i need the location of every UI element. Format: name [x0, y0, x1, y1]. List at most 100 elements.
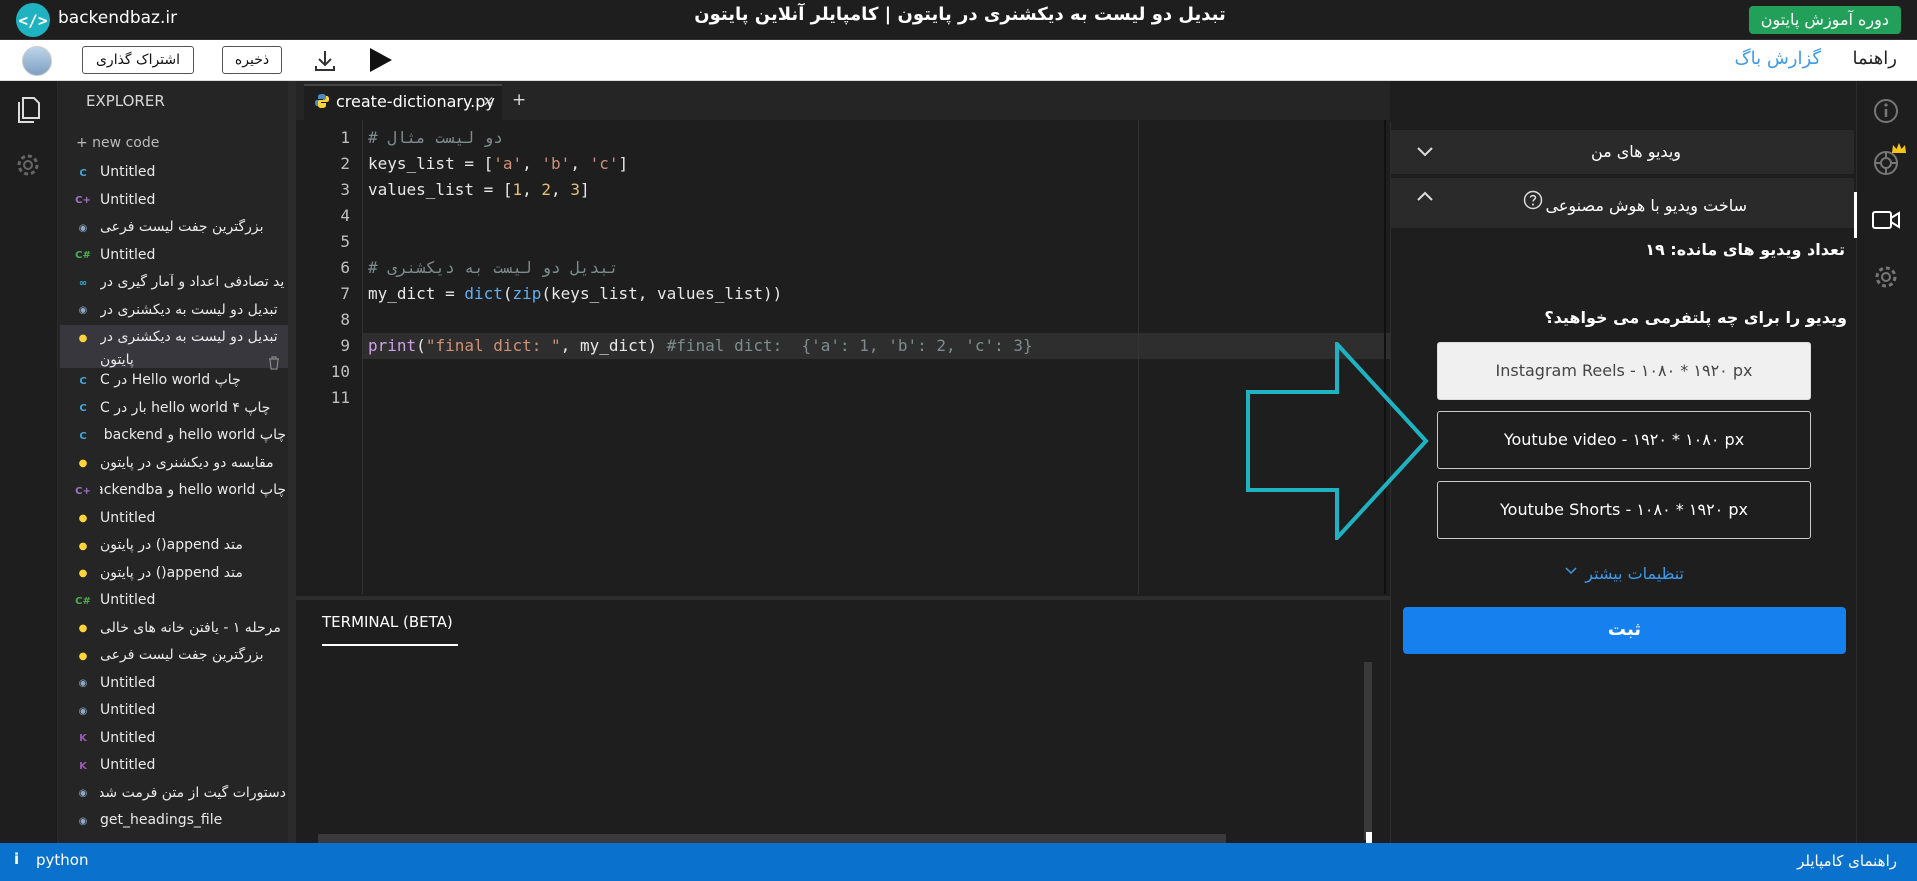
terminal-vertical-scrollbar[interactable]	[1364, 662, 1372, 840]
tab-filename[interactable]: create-dictionary.py	[336, 92, 495, 111]
make-video-label[interactable]: ساخت ویدیو با هوش مصنوعی	[1545, 196, 1747, 215]
tab-close-button[interactable]: ×	[482, 92, 495, 110]
file-item[interactable]: ● مرحله ۱ - یافتن خانه های خالی	[60, 616, 288, 643]
code-number: 2	[541, 180, 552, 199]
file-item[interactable]: ∞ ید تصادفی اعداد و آمار گیری در	[60, 270, 288, 297]
generic-icon: ◉	[78, 815, 88, 827]
file-item[interactable]: ● Untitled	[60, 506, 288, 533]
python-icon: ●	[78, 458, 88, 469]
file-item[interactable]: ◉ Untitled	[60, 671, 288, 698]
settings-gear-icon[interactable]	[13, 150, 43, 180]
file-item-label: Untitled	[100, 674, 156, 691]
left-activity-bar	[0, 81, 58, 843]
run-icon[interactable]	[366, 46, 394, 74]
file-item-label: چاپ hello world و backendba	[100, 482, 286, 498]
file-item-label: Untitled	[100, 757, 156, 773]
avatar[interactable]	[22, 46, 52, 76]
infinity-icon: ∞	[78, 277, 88, 289]
files-icon[interactable]	[15, 96, 41, 124]
file-item[interactable]: C+ چاپ hello world و backendba	[60, 478, 288, 505]
kotlin-icon: K	[79, 760, 87, 772]
c-icon: C	[79, 167, 87, 179]
toolbar	[0, 40, 1917, 81]
language-indicator[interactable]: python	[36, 851, 88, 869]
chevron-up-icon[interactable]	[1414, 186, 1436, 208]
python-icon: ●	[78, 332, 88, 344]
file-item[interactable]: ● متد append() در پایتون	[60, 561, 288, 588]
brand-logo-icon[interactable]: </>	[16, 3, 50, 37]
file-item-label: چاپ Hello world در C	[100, 372, 241, 388]
file-item[interactable]: C چاپ Hello world در C	[60, 368, 288, 395]
python-course-button[interactable]: دوره آموزش پایتون	[1748, 6, 1901, 34]
terminal-tab[interactable]: TERMINAL (BETA)	[322, 613, 453, 631]
submit-button[interactable]: ثبت	[1403, 607, 1846, 654]
video-camera-icon[interactable]	[1871, 207, 1901, 233]
file-item[interactable]: ● تبدیل دو لیست به دیکشنری در	[60, 325, 288, 368]
remaining-videos-count: تعداد ویدیو های مانده: ۱۹	[1645, 240, 1845, 259]
file-item[interactable]: C+ Untitled	[60, 188, 288, 215]
file-item[interactable]: K Untitled	[60, 753, 288, 780]
explorer-scrollbar[interactable]	[288, 81, 296, 843]
code-token: ]	[618, 154, 629, 173]
my-videos-label[interactable]: ویدیو های من	[1591, 142, 1681, 161]
help-circle-icon[interactable]	[1523, 190, 1543, 210]
file-item-label: چاپ hello world و backend ر	[100, 427, 286, 443]
file-item-label: بزرگترین جفت لیست فرعی	[100, 647, 264, 663]
brand-name[interactable]: backendbaz.ir	[58, 8, 177, 28]
file-item-label: متد append() در پایتون	[100, 564, 243, 581]
option-instagram-reels[interactable]: Instagram Reels - ۱۰۸۰ * ۱۹۲۰ px	[1437, 342, 1811, 400]
chevron-down-icon[interactable]	[1564, 563, 1578, 577]
pointer-arrow-icon	[1246, 342, 1429, 540]
cpp-icon: C+	[75, 485, 91, 497]
file-item-label: Untitled	[100, 729, 156, 746]
file-item-label: Untitled	[100, 702, 156, 718]
file-item[interactable]: ◉ بزرگترین جفت لیست فرعی	[60, 215, 288, 242]
file-item[interactable]: ● مقایسه دو دیکشنری در پایتون	[60, 451, 288, 478]
file-item[interactable]: K Untitled	[60, 726, 288, 753]
code-token: ,	[522, 154, 542, 173]
option-youtube-video[interactable]: Youtube video - ۱۹۲۰ * ۱۰۸۰ px	[1437, 411, 1811, 469]
code-token: ,	[570, 154, 590, 173]
file-item[interactable]: ● متد append() در پایتون	[60, 533, 288, 560]
file-item[interactable]: ◉ دستورات گیت از متن فرمت شده	[60, 781, 288, 808]
generic-icon: ◉	[78, 788, 88, 799]
new-tab-button[interactable]: +	[512, 90, 526, 110]
download-icon[interactable]	[312, 48, 338, 74]
page-title: تبدیل دو لیست به دیکشنری در پایتون | کام…	[694, 4, 1226, 25]
file-item[interactable]: C چاپ hello world ۴ بار در C	[60, 396, 288, 423]
more-settings-link[interactable]: تنظیمات بیشتر	[1585, 564, 1684, 583]
info-icon[interactable]: i	[14, 850, 19, 868]
file-item[interactable]: ◉ get_headings_file	[60, 808, 288, 835]
file-item[interactable]: C# Untitled	[60, 588, 288, 615]
chevron-down-icon[interactable]	[1414, 140, 1436, 162]
file-item[interactable]: C چاپ hello world و backend ر	[60, 423, 288, 450]
python-icon: ●	[78, 623, 88, 634]
code-token: keys_list = [	[368, 154, 494, 173]
python-icon: ●	[78, 540, 88, 552]
share-button[interactable]: اشتراک گذاری	[82, 46, 194, 74]
terminal-cursor	[1366, 832, 1372, 843]
info-icon[interactable]	[1871, 96, 1901, 126]
file-item[interactable]: ◉ تبدیل دو لیست به دیکشنری در	[60, 298, 288, 325]
file-item[interactable]: C# Untitled	[60, 243, 288, 270]
code-keyword: print	[368, 336, 417, 355]
file-item[interactable]: C Untitled	[60, 160, 288, 187]
guide-link[interactable]: راهنما	[1852, 48, 1897, 69]
option-youtube-shorts[interactable]: Youtube Shorts - ۱۰۸۰ * ۱۹۲۰ px	[1437, 481, 1811, 539]
new-code-button[interactable]: + new code	[76, 135, 159, 151]
file-item-label: Untitled	[100, 246, 156, 263]
save-button[interactable]: ذخیره	[222, 46, 282, 74]
file-item[interactable]: ● بزرگترین جفت لیست فرعی	[60, 643, 288, 670]
file-item-label: Untitled	[100, 509, 156, 526]
file-item-label: چاپ hello world ۴ بار در C	[100, 399, 271, 416]
bug-report-link[interactable]: گزارش باگ	[1735, 48, 1822, 69]
line-number: 3	[340, 180, 350, 199]
compiler-guide-link[interactable]: راهنمای کامپایلر	[1797, 852, 1897, 870]
terminal-horizontal-scrollbar[interactable]	[318, 834, 1226, 843]
file-item-label: پایتون	[100, 352, 134, 368]
platform-question: ویدیو را برای چه پلتفرمی می خواهید؟	[1544, 308, 1847, 327]
settings-gear-icon[interactable]	[1871, 262, 1901, 292]
terminal-panel[interactable]	[296, 596, 1390, 843]
file-item[interactable]: ◉ Untitled	[60, 698, 288, 725]
code-comment: #final dict: {'a': 1, 'b': 2, 'c': 3}	[666, 336, 1033, 355]
